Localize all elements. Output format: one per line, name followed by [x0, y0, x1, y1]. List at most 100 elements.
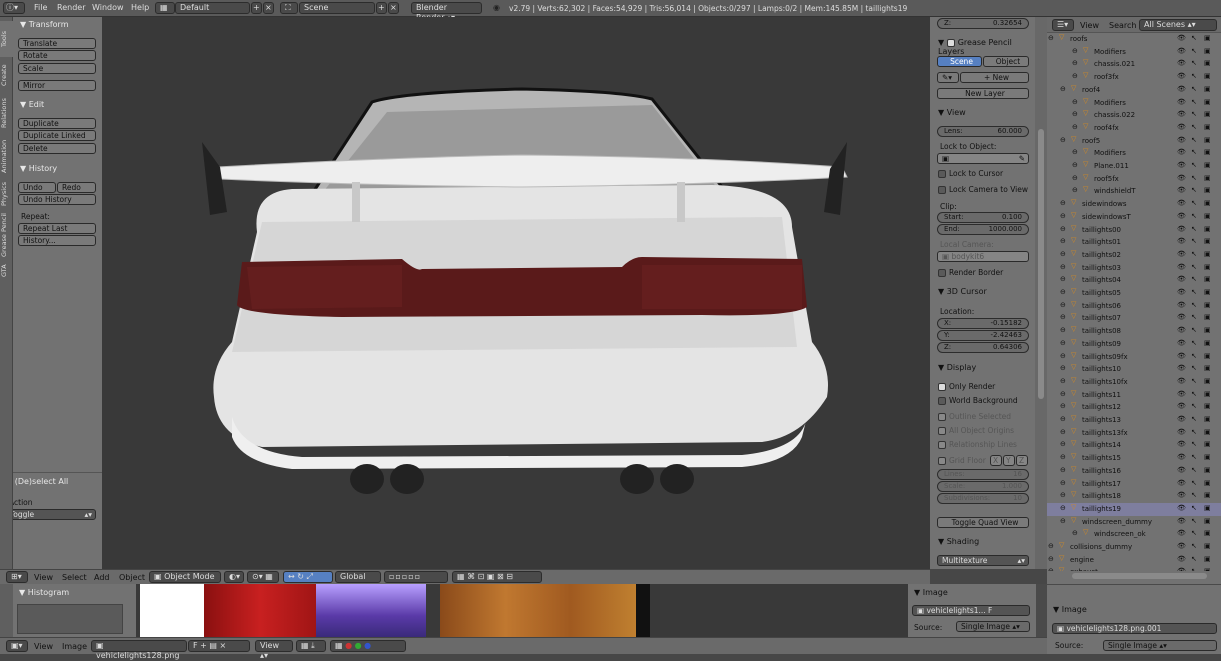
select-arrow-icon[interactable]: ↖ [1191, 466, 1197, 474]
object-origins-checkbox[interactable] [938, 427, 946, 435]
select-arrow-icon[interactable]: ↖ [1191, 313, 1197, 321]
grid-lines-field[interactable]: Lines: 16 [937, 469, 1029, 480]
render-camera-icon[interactable]: ▣ [1204, 47, 1211, 55]
outliner-row[interactable]: ⊖ ▽ taillights10 👁 ↖ ▣ [1047, 363, 1221, 376]
select-arrow-icon[interactable]: ↖ [1191, 174, 1197, 182]
grease-pencil-header[interactable]: ▼ Grease Pencil Layers [938, 38, 1035, 56]
duplicate-button[interactable]: Duplicate [18, 118, 96, 129]
3d-viewport[interactable] [102, 17, 930, 569]
visibility-icon[interactable]: 👁 [1177, 390, 1186, 398]
rotate-button[interactable]: Rotate [18, 50, 96, 61]
select-arrow-icon[interactable]: ↖ [1191, 59, 1197, 67]
shading-select[interactable]: Multitexture ▴▾ [937, 555, 1029, 566]
history-panel-header[interactable]: ▼ History [20, 164, 57, 173]
outliner-row[interactable]: ⊖ ▽ taillights13 👁 ↖ ▣ [1047, 414, 1221, 427]
visibility-icon[interactable]: 👁 [1177, 313, 1186, 321]
outline-selected-option[interactable]: Outline Selected [938, 412, 1011, 421]
render-camera-icon[interactable]: ▣ [1204, 313, 1211, 321]
visibility-icon[interactable]: 👁 [1177, 275, 1186, 283]
render-camera-icon[interactable]: ▣ [1204, 250, 1211, 258]
select-arrow-icon[interactable]: ↖ [1191, 34, 1197, 42]
outliner-row[interactable]: ⊖ ▽ sidewindows 👁 ↖ ▣ [1047, 198, 1221, 211]
render-camera-icon[interactable]: ▣ [1204, 529, 1211, 537]
visibility-icon[interactable]: 👁 [1177, 250, 1186, 258]
expand-icon[interactable]: ⊖ [1072, 72, 1078, 80]
lock-object-field[interactable]: ▣ ✎ [937, 153, 1029, 164]
select-arrow-icon[interactable]: ↖ [1191, 212, 1197, 220]
render-camera-icon[interactable]: ▣ [1204, 148, 1211, 156]
expand-icon[interactable]: ⊖ [1072, 59, 1078, 67]
gp-checkbox[interactable] [946, 38, 955, 47]
expand-icon[interactable]: ⊖ [1060, 339, 1066, 347]
outliner-row[interactable]: ⊖ ▽ taillights09 👁 ↖ ▣ [1047, 338, 1221, 351]
select-arrow-icon[interactable]: ↖ [1191, 479, 1197, 487]
expand-icon[interactable]: ⊖ [1060, 440, 1066, 448]
grid-floor-option[interactable]: Grid Floor [938, 456, 986, 465]
visibility-icon[interactable]: 👁 [1177, 110, 1186, 118]
expand-icon[interactable]: ⊖ [1060, 288, 1066, 296]
vp-menu-add[interactable]: Add [94, 573, 110, 582]
axis-x-toggle[interactable]: X [990, 455, 1002, 466]
object-origins-option[interactable]: All Object Origins [938, 426, 1014, 435]
outliner-row[interactable]: ⊖ ▽ taillights08 👁 ↖ ▣ [1047, 325, 1221, 338]
render-camera-icon[interactable]: ▣ [1204, 479, 1211, 487]
outline-selected-checkbox[interactable] [938, 413, 946, 421]
image-file-field[interactable]: ▣ vehiclelights128.png [91, 640, 187, 660]
scene-icon[interactable]: ⛶ [280, 2, 298, 14]
select-arrow-icon[interactable]: ↖ [1191, 542, 1197, 550]
vp-menu-view[interactable]: View [34, 573, 53, 582]
expand-icon[interactable]: ⊖ [1060, 313, 1066, 321]
render-camera-icon[interactable]: ▣ [1204, 415, 1211, 423]
expand-icon[interactable]: ⊖ [1072, 174, 1078, 182]
render-camera-icon[interactable]: ▣ [1204, 517, 1211, 525]
visibility-icon[interactable]: 👁 [1177, 567, 1186, 571]
render-camera-icon[interactable]: ▣ [1204, 275, 1211, 283]
image-props-source-select[interactable]: Single Image ▴▾ [1103, 640, 1217, 651]
mode-select[interactable]: ▣ Object Mode [149, 571, 221, 583]
image-file-buttons[interactable]: F + ▤ × [188, 640, 250, 652]
select-arrow-icon[interactable]: ↖ [1191, 415, 1197, 423]
render-border-option[interactable]: Render Border [938, 268, 1003, 277]
world-bg-option[interactable]: World Background [938, 396, 1018, 405]
new-layer-button[interactable]: New Layer [937, 88, 1029, 99]
expand-icon[interactable]: ⊖ [1060, 352, 1066, 360]
select-arrow-icon[interactable]: ↖ [1191, 186, 1197, 194]
vp-menu-object[interactable]: Object [119, 573, 145, 582]
outliner-row[interactable]: ⊖ ▽ taillights07 👁 ↖ ▣ [1047, 312, 1221, 325]
render-camera-icon[interactable]: ▣ [1204, 110, 1211, 118]
layers-grid[interactable]: ▫▫▫▫▫ ▫▫▫▫▫ [384, 571, 448, 591]
visibility-icon[interactable]: 👁 [1177, 34, 1186, 42]
menu-file[interactable]: File [34, 3, 47, 12]
delete-button[interactable]: Delete [18, 143, 96, 154]
render-camera-icon[interactable]: ▣ [1204, 59, 1211, 67]
render-camera-icon[interactable]: ▣ [1204, 34, 1211, 42]
lens-field[interactable]: Lens: 60.000 [937, 126, 1029, 137]
cursor-x-field[interactable]: X: -0.15182 [937, 318, 1029, 329]
tab-gta[interactable]: GTA [0, 261, 13, 281]
visibility-icon[interactable]: 👁 [1177, 529, 1186, 537]
duplicate-linked-button[interactable]: Duplicate Linked [18, 130, 96, 141]
only-render-option[interactable]: Only Render [938, 382, 995, 391]
select-arrow-icon[interactable]: ↖ [1191, 123, 1197, 131]
outliner-row[interactable]: ⊖ ▽ taillights01 👁 ↖ ▣ [1047, 236, 1221, 249]
select-arrow-icon[interactable]: ↖ [1191, 529, 1197, 537]
expand-icon[interactable]: ⊖ [1060, 225, 1066, 233]
select-arrow-icon[interactable]: ↖ [1191, 301, 1197, 309]
render-camera-icon[interactable]: ▣ [1204, 186, 1211, 194]
grid-floor-checkbox[interactable] [938, 457, 946, 465]
axis-y-toggle[interactable]: Y [1003, 455, 1015, 466]
select-arrow-icon[interactable]: ↖ [1191, 517, 1197, 525]
outliner-row[interactable]: ⊖ ▽ taillights10fx 👁 ↖ ▣ [1047, 376, 1221, 389]
render-camera-icon[interactable]: ▣ [1204, 237, 1211, 245]
clip-start-field[interactable]: Start: 0.100 [937, 212, 1029, 223]
expand-icon[interactable]: ⊖ [1072, 186, 1078, 194]
tab-create[interactable]: Create [0, 59, 13, 91]
select-arrow-icon[interactable]: ↖ [1191, 339, 1197, 347]
outliner-row[interactable]: ⊖ ▽ taillights14 👁 ↖ ▣ [1047, 439, 1221, 452]
visibility-icon[interactable]: 👁 [1177, 199, 1186, 207]
translate-button[interactable]: Translate [18, 38, 96, 49]
render-camera-icon[interactable]: ▣ [1204, 390, 1211, 398]
grid-scale-field[interactable]: Scale: 1.000 [937, 481, 1029, 492]
view-panel-header[interactable]: ▼ View [938, 108, 966, 117]
render-camera-icon[interactable]: ▣ [1204, 440, 1211, 448]
